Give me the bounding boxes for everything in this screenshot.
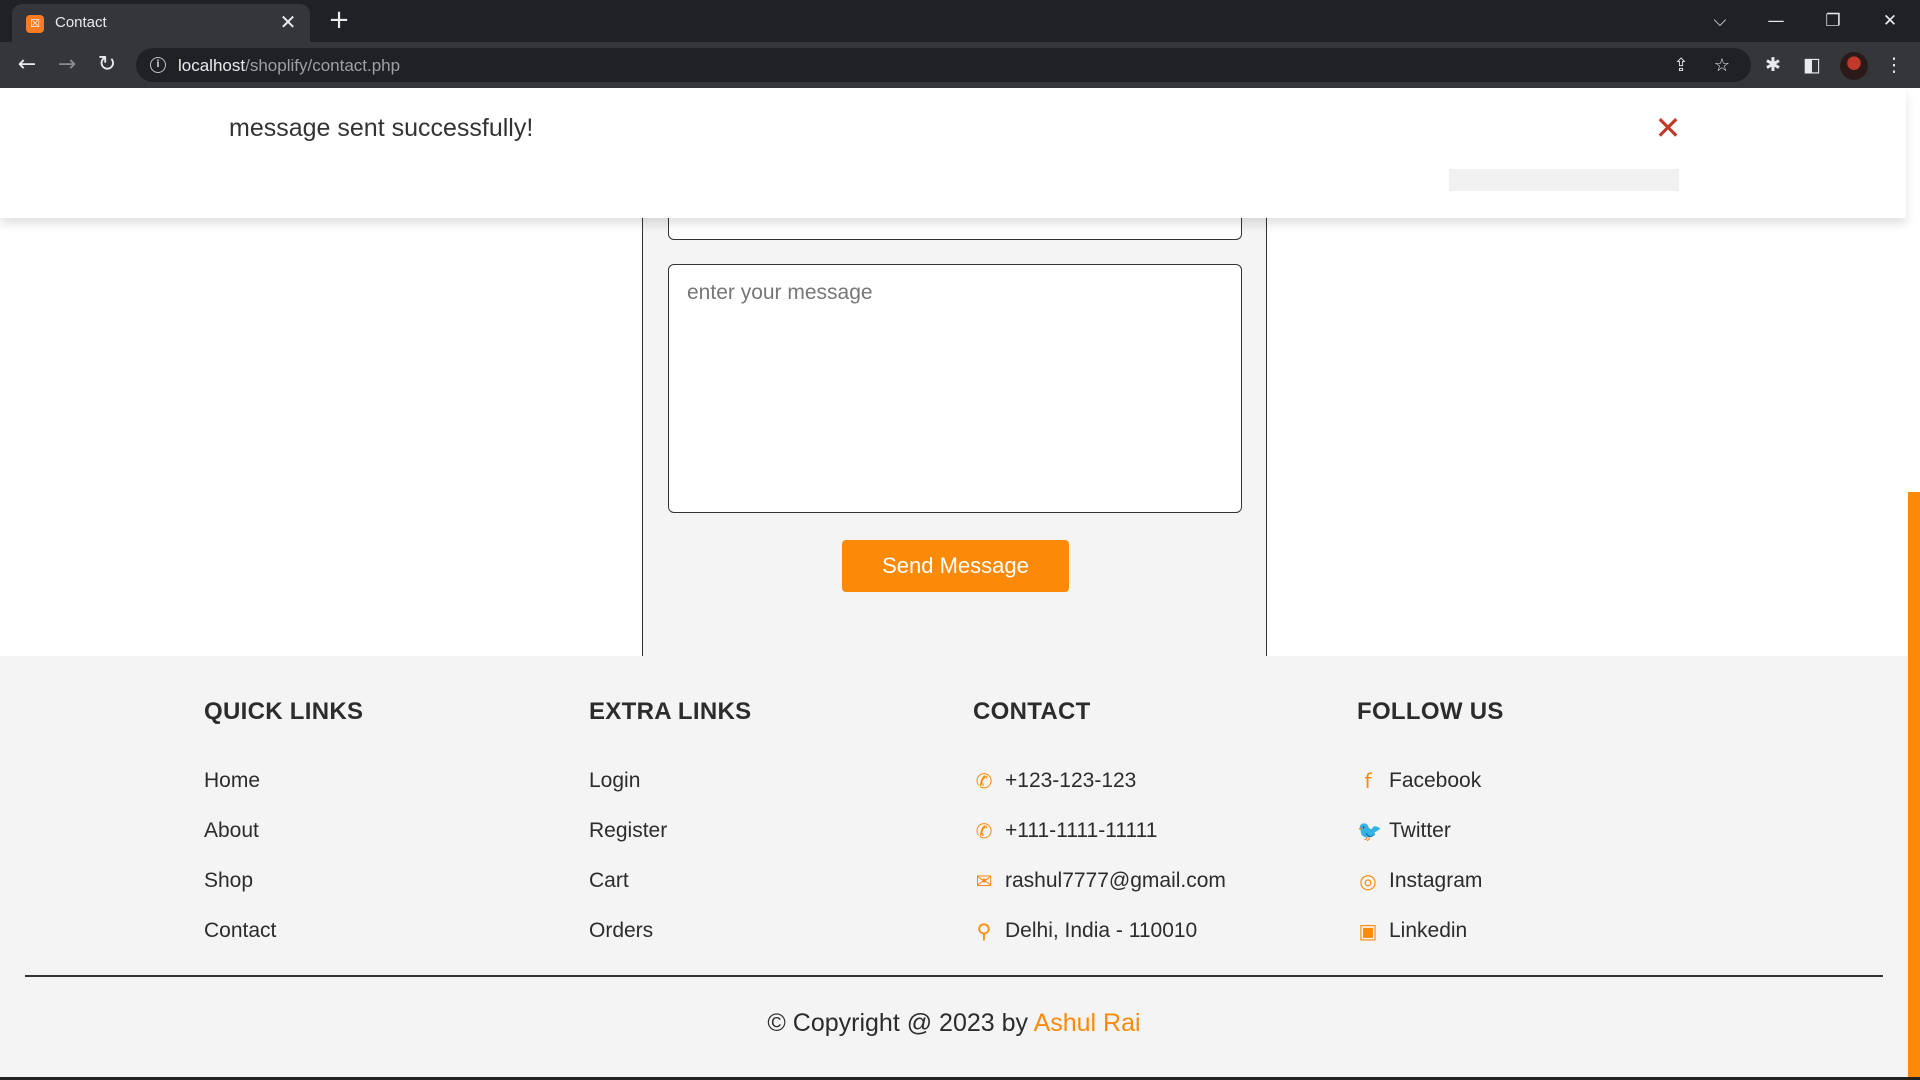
- social-link-facebook[interactable]: f Facebook: [1357, 756, 1504, 806]
- close-tab-icon[interactable]: ✕: [276, 10, 300, 34]
- url-text[interactable]: localhost/shoplify/contact.php: [178, 56, 400, 76]
- message-textarea[interactable]: [668, 264, 1242, 513]
- reload-button[interactable]: ↻: [91, 49, 123, 81]
- footer: QUICK LINKS Home About Shop Contact EXTR…: [0, 656, 1908, 1080]
- footer-link-contact[interactable]: Contact: [204, 906, 363, 956]
- site-info-icon[interactable]: i: [150, 57, 166, 73]
- envelope-icon: ✉: [975, 869, 993, 893]
- copyright: © Copyright @ 2023 by Ashul Rai: [0, 1009, 1908, 1038]
- forward-button[interactable]: →: [51, 49, 83, 81]
- phone-icon: ✆: [975, 769, 993, 793]
- linkedin-icon: ▣: [1358, 919, 1378, 943]
- footer-link-login[interactable]: Login: [589, 756, 751, 806]
- footer-link-orders[interactable]: Orders: [589, 906, 751, 956]
- social-twitter-label: Twitter: [1389, 819, 1451, 842]
- close-icon[interactable]: ✕: [1650, 110, 1686, 146]
- copyright-text: © Copyright @ 2023 by: [767, 1009, 1034, 1037]
- share-icon[interactable]: ⇪: [1668, 53, 1694, 79]
- footer-link-register[interactable]: Register: [589, 806, 751, 856]
- footer-link-home[interactable]: Home: [204, 756, 363, 806]
- xampp-icon: ☒: [26, 15, 44, 33]
- success-alert: message sent successfully! ✕: [0, 88, 1906, 218]
- contact-address[interactable]: ⚲ Delhi, India - 110010: [973, 906, 1226, 956]
- tab-title: Contact: [55, 14, 107, 31]
- contact-phone-1[interactable]: ✆ +123-123-123: [973, 756, 1226, 806]
- contact-email[interactable]: ✉ rashul7777@gmail.com: [973, 856, 1226, 906]
- alert-message: message sent successfully!: [229, 114, 534, 142]
- instagram-icon: ◎: [1359, 869, 1377, 893]
- back-button[interactable]: ←: [11, 49, 43, 81]
- browser-toolbar: ← → ↻ i localhost/shoplify/contact.php ⇪…: [0, 42, 1920, 88]
- social-link-instagram[interactable]: ◎ Instagram: [1357, 856, 1504, 906]
- quick-links-title: QUICK LINKS: [204, 698, 364, 725]
- browser-menu-icon[interactable]: ⋮: [1878, 49, 1910, 81]
- quick-links-column: QUICK LINKS Home About Shop Contact: [204, 698, 363, 956]
- follow-us-title: FOLLOW US: [1357, 698, 1504, 725]
- send-message-button[interactable]: Send Message: [842, 540, 1069, 592]
- contact-phone-2[interactable]: ✆ +111-1111-11111: [973, 806, 1226, 856]
- footer-link-shop[interactable]: Shop: [204, 856, 363, 906]
- alert-progress-bar: [1449, 169, 1679, 191]
- extra-links-title: EXTRA LINKS: [589, 698, 752, 725]
- profile-avatar[interactable]: [1840, 52, 1868, 80]
- scroll-progress-bar: [1908, 492, 1920, 1080]
- side-panel-icon[interactable]: ◧: [1796, 49, 1828, 81]
- social-facebook-label: Facebook: [1389, 769, 1482, 792]
- map-marker-icon: ⚲: [976, 919, 992, 943]
- twitter-icon: 🐦: [1357, 819, 1382, 843]
- page-viewport: Send Message message sent successfully! …: [0, 88, 1920, 1080]
- social-link-linkedin[interactable]: ▣ Linkedin: [1357, 906, 1504, 956]
- facebook-icon: f: [1364, 769, 1372, 793]
- url-path: /shoplify/contact.php: [245, 56, 401, 75]
- browser-tab-strip: ☒ Contact ✕ + ⌵ — ❐ ✕: [0, 0, 1920, 42]
- extra-links-column: EXTRA LINKS Login Register Cart Orders: [589, 698, 751, 956]
- social-instagram-label: Instagram: [1389, 869, 1483, 892]
- bookmark-star-icon[interactable]: ☆: [1709, 53, 1735, 79]
- url-host: localhost: [178, 56, 246, 75]
- browser-tab-contact[interactable]: ☒ Contact ✕: [12, 4, 310, 42]
- contact-column: CONTACT ✆ +123-123-123 ✆ +111-1111-11111…: [973, 698, 1226, 956]
- social-linkedin-label: Linkedin: [1389, 919, 1468, 942]
- follow-us-column: FOLLOW US f Facebook 🐦 Twitter ◎ Instagr…: [1357, 698, 1504, 956]
- tab-search-icon[interactable]: ⌵: [1700, 6, 1740, 36]
- contact-email-text: rashul7777@gmail.com: [1005, 869, 1226, 892]
- contact-phone-1-text: +123-123-123: [1005, 769, 1137, 792]
- address-bar[interactable]: i localhost/shoplify/contact.php ⇪ ☆: [136, 48, 1751, 82]
- footer-link-cart[interactable]: Cart: [589, 856, 751, 906]
- contact-phone-2-text: +111-1111-11111: [1005, 819, 1158, 842]
- footer-divider: [25, 975, 1883, 977]
- new-tab-button[interactable]: +: [324, 6, 354, 36]
- phone-icon: ✆: [975, 819, 993, 843]
- social-link-twitter[interactable]: 🐦 Twitter: [1357, 806, 1504, 856]
- footer-link-about[interactable]: About: [204, 806, 363, 856]
- contact-title: CONTACT: [973, 698, 1091, 725]
- extensions-icon[interactable]: ✱: [1757, 49, 1789, 81]
- author-link[interactable]: Ashul Rai: [1034, 1009, 1141, 1037]
- close-window-button[interactable]: ✕: [1870, 6, 1910, 36]
- minimize-button[interactable]: —: [1756, 6, 1796, 36]
- restore-button[interactable]: ❐: [1813, 6, 1853, 36]
- contact-address-text: Delhi, India - 110010: [1005, 919, 1198, 942]
